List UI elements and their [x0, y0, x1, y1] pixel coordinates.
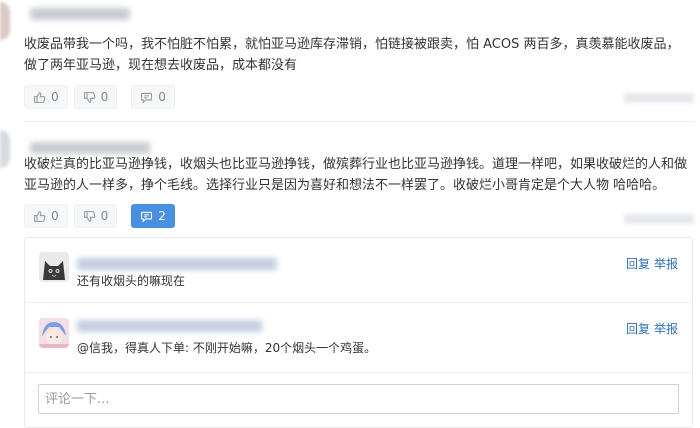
reply-actions: 回复 举报 [626, 255, 678, 272]
comment-author-name[interactable] [30, 142, 150, 154]
speech-bubble-icon [141, 92, 153, 104]
reply-count: 0 [158, 90, 166, 104]
dislike-button[interactable]: 0 [73, 204, 118, 228]
reply-actions: 回复 举报 [626, 320, 678, 337]
thumbs-up-icon [34, 91, 46, 103]
report-button[interactable]: 举报 [654, 320, 678, 337]
reply-author-name[interactable] [77, 320, 262, 332]
reply-toggle-button[interactable]: 0 [131, 85, 175, 109]
comment-author-name[interactable] [30, 8, 130, 20]
comment-timestamp [624, 93, 694, 103]
avatar[interactable] [0, 2, 10, 40]
comment-text: 收废品带我一个吗，我不怕脏不怕累，就怕亚马逊库存滞销，怕链接被跟卖，怕 ACOS… [24, 37, 680, 73]
comment-text: 收破烂真的比亚马逊挣钱，收烟头也比亚马逊挣钱，做殡葬行业也比亚马逊挣钱。道理一样… [24, 157, 688, 193]
dislike-button[interactable]: 0 [73, 85, 118, 109]
reply-text: 还有收烟头的嘛现在 [77, 274, 186, 288]
comment-item: 收废品带我一个吗，我不怕脏不怕累，就怕亚马逊库存滞销，怕链接被跟卖，怕 ACOS… [0, 0, 700, 122]
reply-item: @信我，得真人下单: 不刚开始嘛，20个烟头一个鸡蛋。 回复 举报 [25, 303, 692, 367]
reply-count: 2 [158, 209, 166, 223]
like-count: 0 [51, 209, 59, 223]
thumbs-down-icon [83, 210, 95, 222]
replies-panel: 还有收烟头的嘛现在 回复 举报 @信我，得真人下单: 不刚开始嘛，20个烟头一个… [24, 237, 693, 428]
reply-author-name[interactable] [77, 258, 277, 270]
like-button[interactable]: 0 [24, 204, 68, 228]
thumbs-up-icon [34, 210, 46, 222]
speech-bubble-icon [141, 211, 153, 223]
like-count: 0 [51, 90, 59, 104]
report-button[interactable]: 举报 [654, 255, 678, 272]
avatar[interactable] [39, 252, 69, 282]
reply-toggle-button[interactable]: 2 [131, 204, 175, 228]
comment-input-wrapper [38, 384, 679, 414]
reply-item: 还有收烟头的嘛现在 回复 举报 [25, 238, 692, 302]
anime-avatar-icon [39, 318, 69, 348]
reply-button[interactable]: 回复 [626, 255, 650, 272]
reply-text: @信我，得真人下单: 不刚开始嘛，20个烟头一个鸡蛋。 [77, 341, 377, 355]
reply-button[interactable]: 回复 [626, 320, 650, 337]
divider [25, 372, 692, 373]
comment-timestamp [624, 214, 694, 224]
comment-actions: 0 0 0 [24, 85, 175, 109]
avatar[interactable] [0, 130, 10, 168]
dislike-count: 0 [100, 209, 109, 223]
comment-actions: 0 0 2 [24, 204, 175, 228]
dislike-count: 0 [100, 90, 109, 104]
comment-input[interactable] [39, 385, 678, 413]
thumbs-down-icon [83, 91, 95, 103]
like-button[interactable]: 0 [24, 85, 68, 109]
cat-avatar-icon [39, 252, 69, 282]
avatar[interactable] [39, 318, 69, 348]
